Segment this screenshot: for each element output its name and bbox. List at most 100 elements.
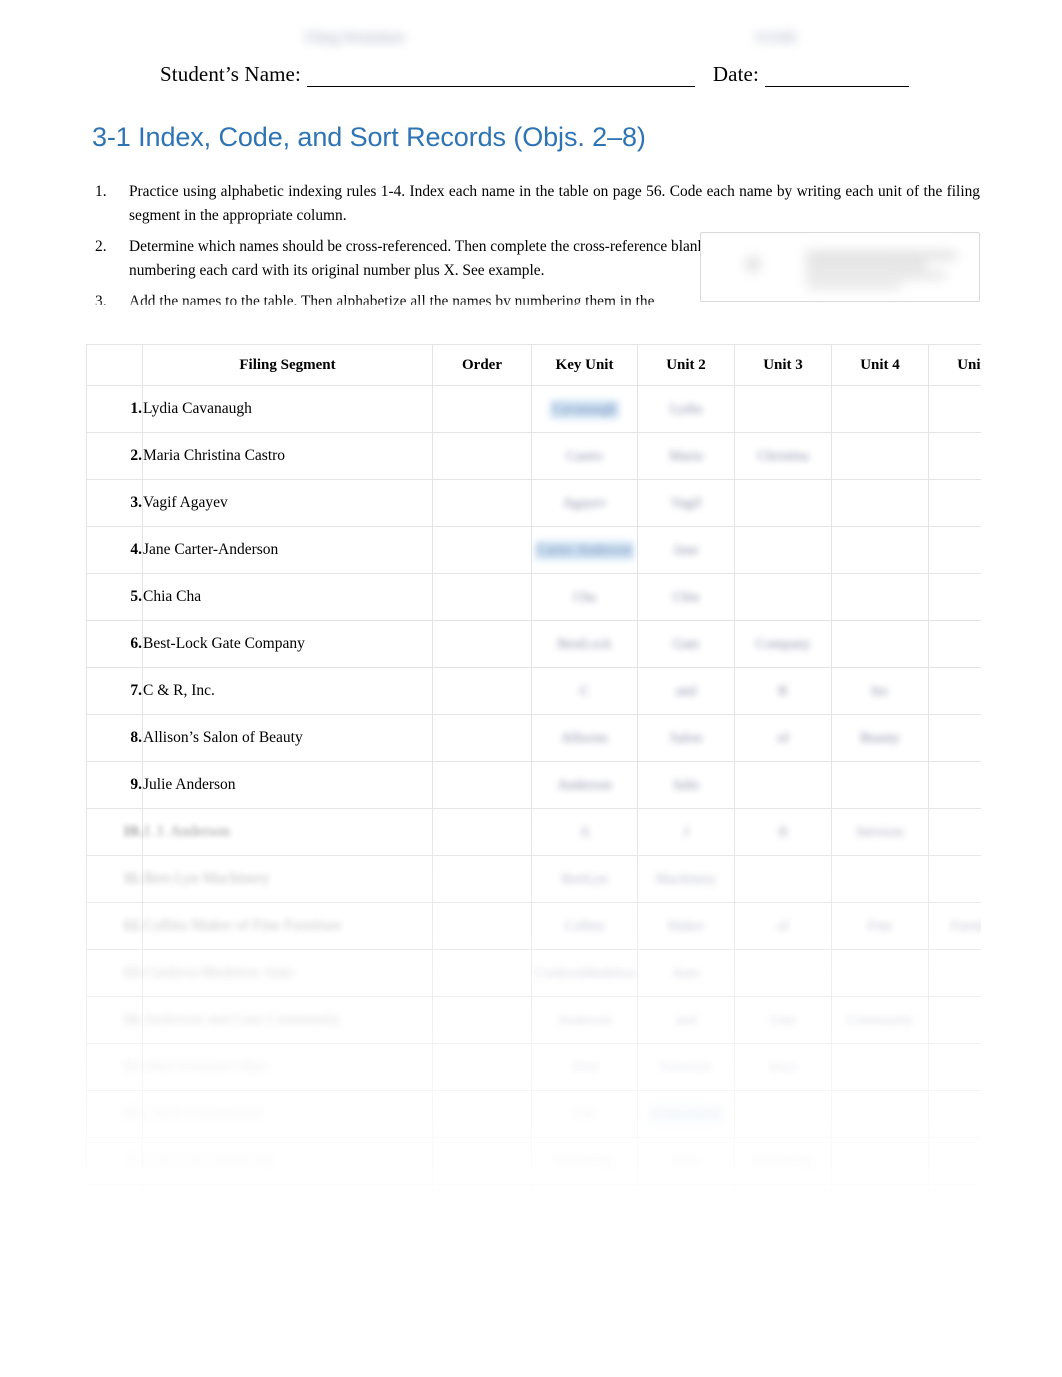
unit-4-cell[interactable] [831,1184,929,1212]
key-unit-cell[interactable]: C [531,667,638,715]
key-unit-cell[interactable]: Anderson [531,996,638,1044]
order-cell[interactable] [432,1184,532,1212]
unit-2-cell[interactable]: J [637,808,735,856]
unit-3-cell[interactable] [734,855,832,903]
unit-3-cell[interactable] [734,573,832,621]
unit-2-cell[interactable]: Corporation [637,1090,735,1138]
unit-5-cell[interactable] [928,1090,981,1138]
unit-4-cell[interactable] [831,761,929,809]
unit-3-cell[interactable]: of [734,902,832,950]
order-cell[interactable] [432,761,532,809]
unit-5-cell[interactable] [928,1184,981,1212]
unit-5-cell[interactable] [928,667,981,715]
key-unit-cell[interactable]: Agayev [531,479,638,527]
order-cell[interactable] [432,479,532,527]
unit-3-cell[interactable]: Christina [734,432,832,480]
unit-3-cell[interactable]: B [734,808,832,856]
unit-4-cell[interactable] [831,855,929,903]
unit-3-cell[interactable]: of [734,714,832,762]
key-unit-cell[interactable]: A [531,808,638,856]
unit-5-cell[interactable] [928,761,981,809]
unit-4-cell[interactable]: Inc [831,667,929,715]
order-cell[interactable] [432,902,532,950]
order-cell[interactable] [432,667,532,715]
unit-4-cell[interactable] [831,949,929,997]
unit-4-cell[interactable] [831,432,929,480]
order-cell[interactable] [432,432,532,480]
key-unit-cell[interactable]: Castro [531,432,638,480]
unit-3-cell[interactable]: Company [734,620,832,668]
unit-4-cell[interactable]: Beauty [831,714,929,762]
unit-4-cell[interactable]: Fine [831,902,929,950]
unit-3-cell[interactable] [734,1090,832,1138]
order-cell[interactable] [432,855,532,903]
key-unit-cell[interactable]: Cavanaugh [531,385,638,433]
unit-2-cell[interactable]: and [637,667,735,715]
unit-2-cell[interactable]: Salon [637,714,735,762]
order-cell[interactable] [432,526,532,574]
unit-2-cell[interactable]: Julie [637,761,735,809]
key-unit-cell[interactable]: BertLyn [531,855,638,903]
unit-3-cell[interactable]: R [734,667,832,715]
order-cell[interactable] [432,714,532,762]
unit-3-cell[interactable]: Gate [734,996,832,1044]
order-cell[interactable] [432,808,532,856]
unit-2-cell[interactable]: Vagif [637,479,735,527]
key-unit-cell[interactable]: CK [531,1090,638,1138]
unit-5-cell[interactable] [928,714,981,762]
unit-4-cell[interactable] [831,526,929,574]
unit-4-cell[interactable] [831,573,929,621]
key-unit-cell[interactable]: BestLock [531,620,638,668]
unit-5-cell[interactable] [928,620,981,668]
key-unit-cell[interactable]: Barbee [531,1184,638,1212]
unit-2-cell[interactable]: Lydia [637,385,735,433]
key-unit-cell[interactable]: Cha [531,573,638,621]
student-name-blank[interactable] [306,69,695,87]
unit-5-cell[interactable] [928,573,981,621]
unit-4-cell[interactable] [831,620,929,668]
key-unit-cell[interactable]: Anderson [531,761,638,809]
unit-5-cell[interactable] [928,996,981,1044]
unit-5-cell[interactable] [928,808,981,856]
date-blank[interactable] [764,69,909,87]
unit-2-cell[interactable]: Chia [637,573,735,621]
unit-5-cell[interactable] [928,385,981,433]
unit-4-cell[interactable] [831,385,929,433]
unit-2-cell[interactable]: Maria [637,432,735,480]
unit-3-cell[interactable]: Mart [734,1043,832,1091]
unit-2-cell[interactable]: Gate [637,1137,735,1185]
unit-5-cell[interactable] [928,526,981,574]
unit-2-cell[interactable]: Auto [637,949,735,997]
order-cell[interactable] [432,1043,532,1091]
key-unit-cell[interactable]: Marketing [531,1137,638,1185]
order-cell[interactable] [432,573,532,621]
unit-2-cell[interactable]: Machinery [637,855,735,903]
unit-4-cell[interactable] [831,1043,929,1091]
order-cell[interactable] [432,620,532,668]
unit-4-cell[interactable] [831,1090,929,1138]
unit-4-cell[interactable]: Community [831,996,929,1044]
key-unit-cell[interactable]: CordovaMedeiros [531,949,638,997]
unit-5-cell[interactable] [928,432,981,480]
unit-4-cell[interactable] [831,479,929,527]
key-unit-cell[interactable]: Carter-Anderson [531,526,638,574]
key-unit-cell[interactable]: Abel [531,1043,638,1091]
unit-3-cell[interactable] [734,385,832,433]
unit-2-cell[interactable]: Furniture [637,1043,735,1091]
order-cell[interactable] [432,949,532,997]
unit-2-cell[interactable]: and [637,996,735,1044]
unit-3-cell[interactable] [734,479,832,527]
unit-4-cell[interactable] [831,1137,929,1185]
unit-5-cell[interactable] [928,1043,981,1091]
order-cell[interactable] [432,1090,532,1138]
key-unit-cell[interactable]: Allisons [531,714,638,762]
key-unit-cell[interactable]: Collins [531,902,638,950]
order-cell[interactable] [432,996,532,1044]
unit-2-cell[interactable]: Gate [637,620,735,668]
order-cell[interactable] [432,1137,532,1185]
unit-4-cell[interactable]: Services [831,808,929,856]
unit-3-cell[interactable] [734,949,832,997]
unit-2-cell[interactable]: Maker [637,902,735,950]
unit-3-cell[interactable] [734,526,832,574]
unit-3-cell[interactable] [734,1184,832,1212]
